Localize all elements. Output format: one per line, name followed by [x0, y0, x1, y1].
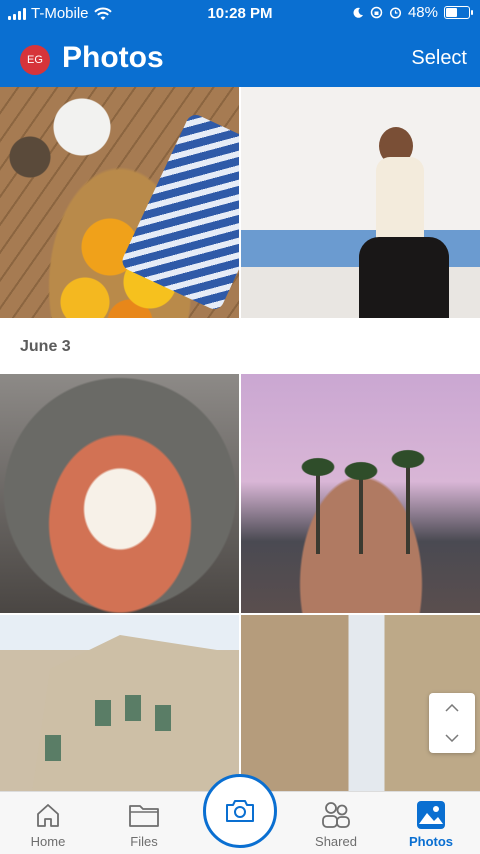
status-bar: T-Mobile 10:28 PM 48% [0, 0, 480, 28]
photo-thumbnail[interactable] [0, 87, 239, 318]
photo-detail [359, 474, 363, 554]
tab-files[interactable]: Files [104, 800, 184, 849]
camera-icon [226, 800, 254, 822]
battery-icon [444, 6, 473, 19]
tab-photos[interactable]: Photos [391, 800, 471, 849]
photo-detail [316, 469, 320, 554]
photo-thumbnail[interactable] [241, 374, 480, 613]
tab-label: Shared [315, 834, 357, 849]
scroll-controls [429, 693, 475, 753]
top-bar: T-Mobile 10:28 PM 48% EG Photos Select [0, 0, 480, 87]
photo-detail [155, 705, 171, 731]
photo-detail [119, 111, 239, 313]
moon-icon [353, 7, 363, 18]
app-header: EG Photos Select [0, 36, 480, 84]
tab-label: Photos [408, 834, 454, 849]
photo-thumbnail[interactable] [0, 374, 239, 613]
home-icon [37, 804, 59, 827]
date-label: June 3 [20, 338, 71, 355]
photo-thumbnail[interactable] [0, 615, 239, 791]
alarm-icon [389, 7, 402, 19]
scroll-down-button[interactable] [429, 723, 475, 753]
photo-detail [376, 157, 424, 242]
photo-detail [341, 460, 381, 482]
photo-detail [45, 735, 61, 761]
people-icon [322, 802, 350, 828]
photo-detail [95, 700, 111, 726]
photos-icon [417, 801, 445, 829]
photo-detail [388, 448, 428, 470]
battery-percent: 48% [407, 4, 438, 21]
photo-detail [125, 695, 141, 721]
tab-shared[interactable]: Shared [296, 800, 376, 849]
folder-icon [129, 805, 159, 827]
tab-label: Home [30, 834, 66, 849]
scroll-up-button[interactable] [429, 693, 475, 723]
date-section-header: June 3 [0, 318, 480, 374]
photo-thumbnail[interactable] [241, 87, 480, 318]
photo-detail [359, 237, 449, 318]
tab-label: Files [130, 834, 158, 849]
page-title: Photos [62, 41, 164, 74]
chevron-up-icon [445, 704, 459, 712]
chevron-down-icon [445, 734, 459, 742]
battery-level [446, 8, 457, 17]
tab-home[interactable]: Home [8, 800, 88, 849]
select-button[interactable]: Select [411, 47, 467, 70]
photo-detail [406, 462, 410, 554]
orientation-lock-icon [370, 6, 383, 19]
camera-button[interactable] [203, 774, 277, 848]
avatar[interactable]: EG [20, 45, 50, 75]
photo-detail [298, 456, 338, 478]
